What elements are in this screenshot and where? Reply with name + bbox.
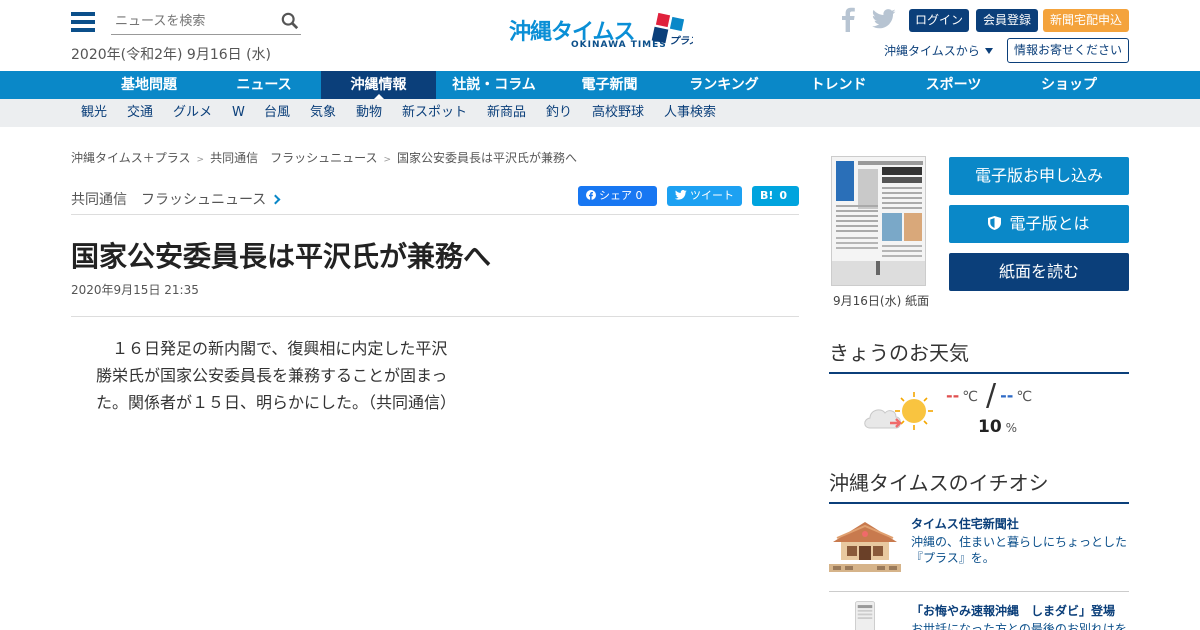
pick-description: 沖縄の、住まいと暮らしにちょっとした『プラス』を。 (911, 535, 1128, 565)
hatena-bookmark-button[interactable]: B! 0 (752, 186, 799, 206)
subnav-item-traffic[interactable]: 交通 (127, 99, 153, 127)
breadcrumb-separator: > (383, 155, 392, 165)
cloudy-sunny-icon (864, 392, 933, 430)
newspaper-caption: 9月16日(水) 紙面 (833, 294, 930, 308)
nav-item-digital-paper[interactable]: 電子新聞 (552, 71, 667, 99)
newspaper-thumbnail[interactable] (831, 156, 926, 286)
pick-description: お世話になった方との最後のお別れはを (911, 622, 1127, 630)
subnav-item-animals[interactable]: 動物 (356, 99, 382, 127)
rain-unit: % (1005, 421, 1018, 435)
breadcrumb-home[interactable]: 沖縄タイムス＋プラス (71, 151, 191, 165)
house-illustration (829, 512, 901, 578)
dropdown-arrow-icon (984, 48, 993, 54)
delivery-apply-button[interactable]: 新聞宅配申込 (1043, 9, 1129, 32)
pick-heading: 沖縄タイムスのイチオシ (829, 467, 1129, 504)
article-category-label: 共同通信 フラッシュニュース (71, 192, 267, 208)
search-input[interactable] (111, 10, 271, 33)
search-icon[interactable] (281, 12, 299, 30)
breadcrumb-category[interactable]: 共同通信 フラッシュニュース (210, 151, 377, 165)
facebook-share-label: シェア 0 (599, 189, 643, 202)
nav-item-sports[interactable]: スポーツ (896, 71, 1011, 99)
subnav-item-hs-baseball[interactable]: 高校野球 (592, 99, 644, 127)
from-okinawa-label: 沖縄タイムスから (884, 44, 980, 58)
newspaper-page-image (832, 157, 925, 285)
nav-item-shop[interactable]: ショップ (1011, 71, 1127, 99)
article-title: 国家公安委員長は平沢氏が兼務へ (71, 240, 492, 273)
temperature-display: -- ℃ / -- ℃ (946, 378, 1036, 413)
sub-nav: 観光 交通 グルメ W 台風 気象 動物 新スポット 新商品 釣り 高校野球 人… (0, 99, 1200, 127)
facebook-icon (586, 190, 596, 200)
search-box (111, 10, 301, 35)
current-date: 2020年(令和2年) 9月16日 (水) (71, 47, 272, 63)
twitter-icon[interactable] (872, 9, 896, 29)
subnav-item-personnel-search[interactable]: 人事検索 (664, 99, 716, 127)
subnav-item-fishing[interactable]: 釣り (546, 99, 572, 127)
rain-value: 10 (978, 417, 1002, 437)
phone-app-thumbnail (855, 601, 875, 630)
hatena-bookmark-count: 0 (779, 189, 788, 202)
divider (71, 214, 799, 215)
menu-icon[interactable] (71, 12, 95, 33)
nav-item-trend[interactable]: トレンド (781, 71, 896, 99)
subnav-item-w[interactable]: W (232, 99, 245, 127)
pick-title[interactable]: 「お悔やみ速報沖縄 しまダビ」登場 (911, 602, 1115, 619)
main-nav: 基地問題 ニュース 沖縄情報 社説・コラム 電子新聞 ランキング トレンド スポ… (0, 71, 1200, 99)
temp-low: -- (1000, 386, 1014, 405)
read-paper-button[interactable]: 紙面を読む (949, 253, 1129, 291)
subnav-item-sightseeing[interactable]: 観光 (81, 99, 107, 127)
nav-item-ranking[interactable]: ランキング (667, 71, 781, 99)
facebook-share-button[interactable]: シェア 0 (578, 186, 657, 206)
nav-item-news[interactable]: ニュース (207, 71, 321, 99)
temp-unit: ℃ (1016, 389, 1033, 405)
svg-text:プラス: プラス (669, 35, 693, 47)
hatena-bookmark-icon: B! (760, 189, 774, 202)
subnav-item-new-products[interactable]: 新商品 (487, 99, 526, 127)
digital-apply-button[interactable]: 電子版お申し込み (949, 157, 1129, 195)
from-okinawa-dropdown[interactable]: 沖縄タイムスから (884, 42, 993, 59)
shield-icon (988, 216, 1002, 230)
chevron-right-icon (270, 194, 281, 205)
site-logo[interactable]: 沖縄タイムス OKINAWA TIMES プラス (509, 12, 693, 52)
divider (71, 316, 799, 317)
nav-item-okinawa-info[interactable]: 沖縄情報 (321, 71, 436, 99)
twitter-share-label: ツイート (690, 189, 734, 202)
member-register-button[interactable]: 会員登録 (976, 9, 1038, 32)
article-date: 2020年9月15日 21:35 (71, 283, 199, 297)
pick-item[interactable]: 「お悔やみ速報沖縄 しまダビ」登場 お世話になった方との最後のお別れはを (829, 599, 1129, 630)
breadcrumb-current: 国家公安委員長は平沢氏が兼務へ (397, 151, 578, 165)
subnav-item-typhoon[interactable]: 台風 (264, 99, 290, 127)
article-body: １６日発足の新内閣で、復興相に内定した平沢勝栄氏が国家公安委員長を兼務することが… (96, 339, 457, 412)
site-header: 2020年(令和2年) 9月16日 (水) 沖縄タイムス OKINAWA TIM… (0, 0, 1200, 71)
pick-title[interactable]: タイムス住宅新聞社 (911, 515, 1019, 532)
twitter-share-button[interactable]: ツイート (667, 186, 742, 206)
nav-item-base-issues[interactable]: 基地問題 (92, 71, 206, 99)
digital-about-button[interactable]: 電子版とは (949, 205, 1129, 243)
breadcrumb-separator: > (196, 155, 205, 165)
article-category-link[interactable]: 共同通信 フラッシュニュース (71, 189, 281, 209)
twitter-icon (674, 190, 687, 200)
temp-unit: ℃ (962, 389, 979, 405)
rain-probability: 10% (978, 417, 1017, 437)
nav-item-editorial-column[interactable]: 社説・コラム (436, 71, 552, 99)
weather-heading: きょうのお天気 (829, 337, 1129, 374)
pick-item[interactable]: タイムス住宅新聞社 沖縄の、住まいと暮らしにちょっとした『プラス』を。 (829, 512, 1129, 592)
login-button[interactable]: ログイン (909, 9, 969, 32)
breadcrumb: 沖縄タイムス＋プラス > 共同通信 フラッシュニュース > 国家公安委員長は平沢氏が兼務… (71, 149, 577, 166)
subnav-item-new-spots[interactable]: 新スポット (402, 99, 467, 127)
subnav-item-gourmet[interactable]: グルメ (173, 99, 212, 127)
facebook-icon[interactable] (840, 6, 856, 32)
temp-separator: / (986, 378, 997, 413)
subnav-item-weather[interactable]: 気象 (310, 99, 336, 127)
send-info-button[interactable]: 情報お寄せください (1007, 38, 1129, 63)
temp-high: -- (946, 386, 960, 405)
digital-about-label: 電子版とは (1009, 214, 1090, 233)
logo-plus-mark: プラス (651, 12, 693, 47)
